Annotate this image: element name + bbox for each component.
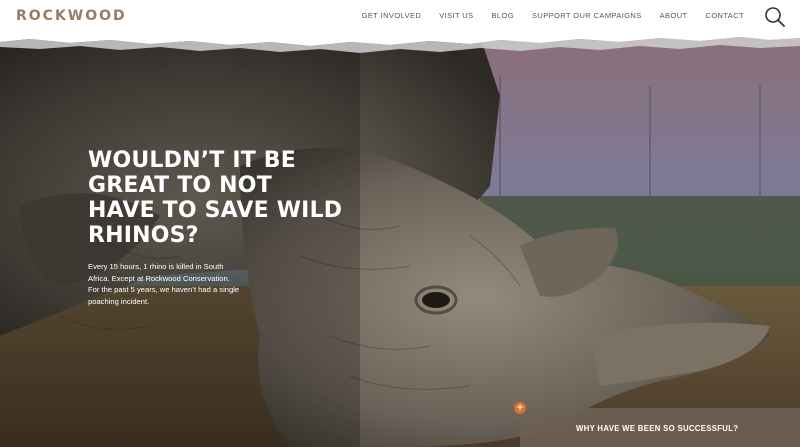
main-nav: GET INVOLVED VISIT US BLOG SUPPORT OUR C…	[362, 11, 744, 20]
hero-heading: WOULDN’T IT BE GREAT TO NOT HAVE TO SAVE…	[88, 148, 348, 248]
hero-heading-line: RHINOS?	[88, 223, 199, 248]
success-panel-label[interactable]: WHY HAVE WE BEEN SO SUCCESSFUL?	[576, 424, 738, 433]
nav-blog[interactable]: BLOG	[492, 11, 514, 20]
hero-description-line: poaching incident.	[88, 296, 150, 306]
logo[interactable]: ROCKWOOD	[16, 8, 127, 24]
nav-visit-us[interactable]: VISIT US	[439, 11, 473, 20]
hero-description-line: Every 15 hours, 1 rhino is killed in Sou…	[88, 262, 224, 271]
site-header: ROCKWOOD GET INVOLVED VISIT US BLOG SUPP…	[0, 0, 800, 36]
hero-section: WOULDN’T IT BE GREAT TO NOT HAVE TO SAVE…	[0, 36, 800, 447]
nav-contact[interactable]: CONTACT	[706, 11, 745, 20]
nav-about[interactable]: ABOUT	[660, 11, 688, 20]
hero-heading-line: WOULDN’T IT BE	[88, 148, 296, 173]
search-icon[interactable]	[764, 6, 786, 28]
success-panel[interactable]: WHY HAVE WE BEEN SO SUCCESSFUL?	[520, 408, 800, 447]
hero-description-line: For the past 5 years, we haven’t had a s…	[88, 285, 240, 294]
hero-heading-line: GREAT TO NOT	[88, 173, 272, 198]
hero-description: Every 15 hours, 1 rhino is killed in Sou…	[88, 261, 258, 307]
hero-description-line: Africa. Except at Rockwood Conservation.	[88, 273, 230, 283]
nav-support-campaigns[interactable]: SUPPORT OUR CAMPAIGNS	[532, 11, 642, 20]
hero-heading-line: HAVE TO SAVE WILD	[88, 198, 343, 223]
nav-get-involved[interactable]: GET INVOLVED	[362, 11, 422, 20]
plus-icon[interactable]: +	[514, 402, 526, 414]
